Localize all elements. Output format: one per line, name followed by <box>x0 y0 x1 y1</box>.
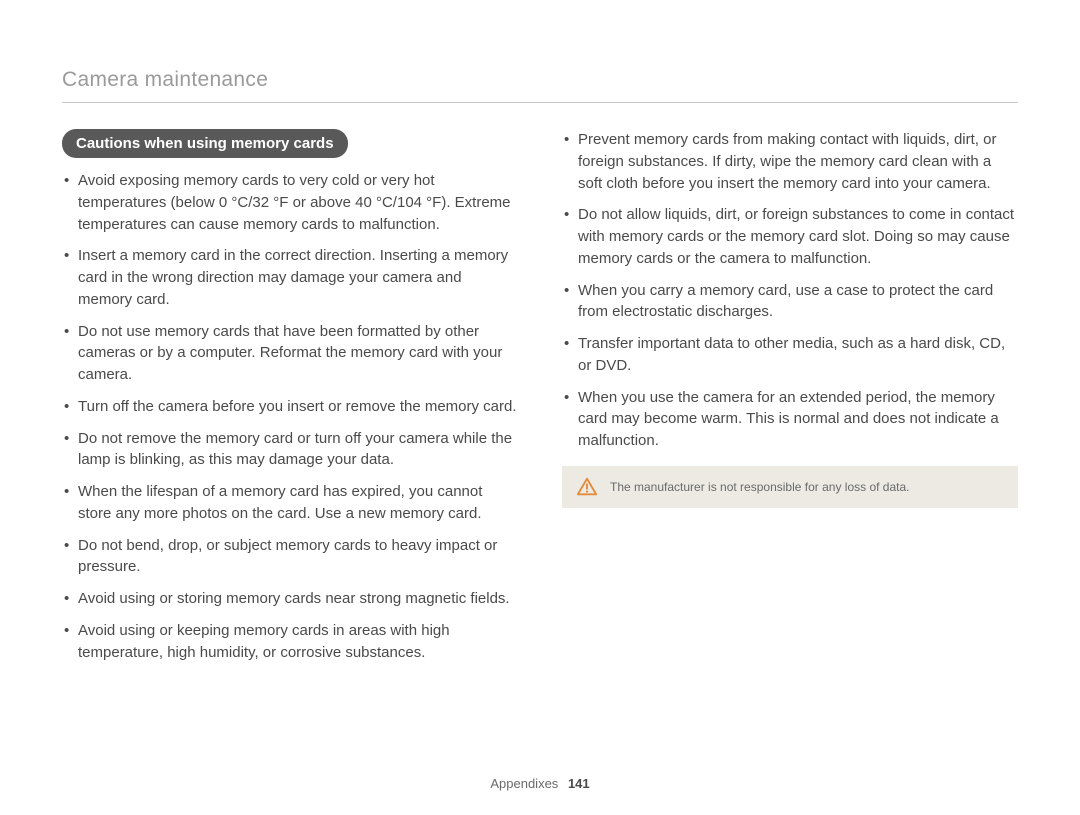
list-item: When the lifespan of a memory card has e… <box>62 481 518 525</box>
list-item: Do not bend, drop, or subject memory car… <box>62 535 518 579</box>
warning-text: The manufacturer is not responsible for … <box>610 480 910 494</box>
list-item: Turn off the camera before you insert or… <box>62 396 518 418</box>
warning-notice: The manufacturer is not responsible for … <box>562 466 1018 508</box>
list-item: Do not use memory cards that have been f… <box>62 321 518 386</box>
list-item: Avoid exposing memory cards to very cold… <box>62 170 518 235</box>
list-item: Do not allow liquids, dirt, or foreign s… <box>562 204 1018 269</box>
document-page: Camera maintenance Cautions when using m… <box>0 0 1080 815</box>
list-item: Prevent memory cards from making contact… <box>562 129 1018 194</box>
content-columns: Cautions when using memory cards Avoid e… <box>62 129 1018 673</box>
list-item: Insert a memory card in the correct dire… <box>62 245 518 310</box>
footer-section: Appendixes <box>490 776 558 791</box>
left-column: Cautions when using memory cards Avoid e… <box>62 129 518 673</box>
right-column: Prevent memory cards from making contact… <box>562 129 1018 673</box>
list-item: When you carry a memory card, use a case… <box>562 280 1018 324</box>
left-bullet-list: Avoid exposing memory cards to very cold… <box>62 170 518 663</box>
list-item: Do not remove the memory card or turn of… <box>62 428 518 472</box>
list-item: Avoid using or storing memory cards near… <box>62 588 518 610</box>
right-bullet-list: Prevent memory cards from making contact… <box>562 129 1018 452</box>
list-item: Avoid using or keeping memory cards in a… <box>62 620 518 664</box>
list-item: Transfer important data to other media, … <box>562 333 1018 377</box>
section-badge: Cautions when using memory cards <box>62 129 348 158</box>
page-title: Camera maintenance <box>62 68 1018 103</box>
warning-icon <box>576 476 598 498</box>
page-number: 141 <box>568 776 590 791</box>
page-footer: Appendixes 141 <box>0 776 1080 791</box>
list-item: When you use the camera for an extended … <box>562 387 1018 452</box>
